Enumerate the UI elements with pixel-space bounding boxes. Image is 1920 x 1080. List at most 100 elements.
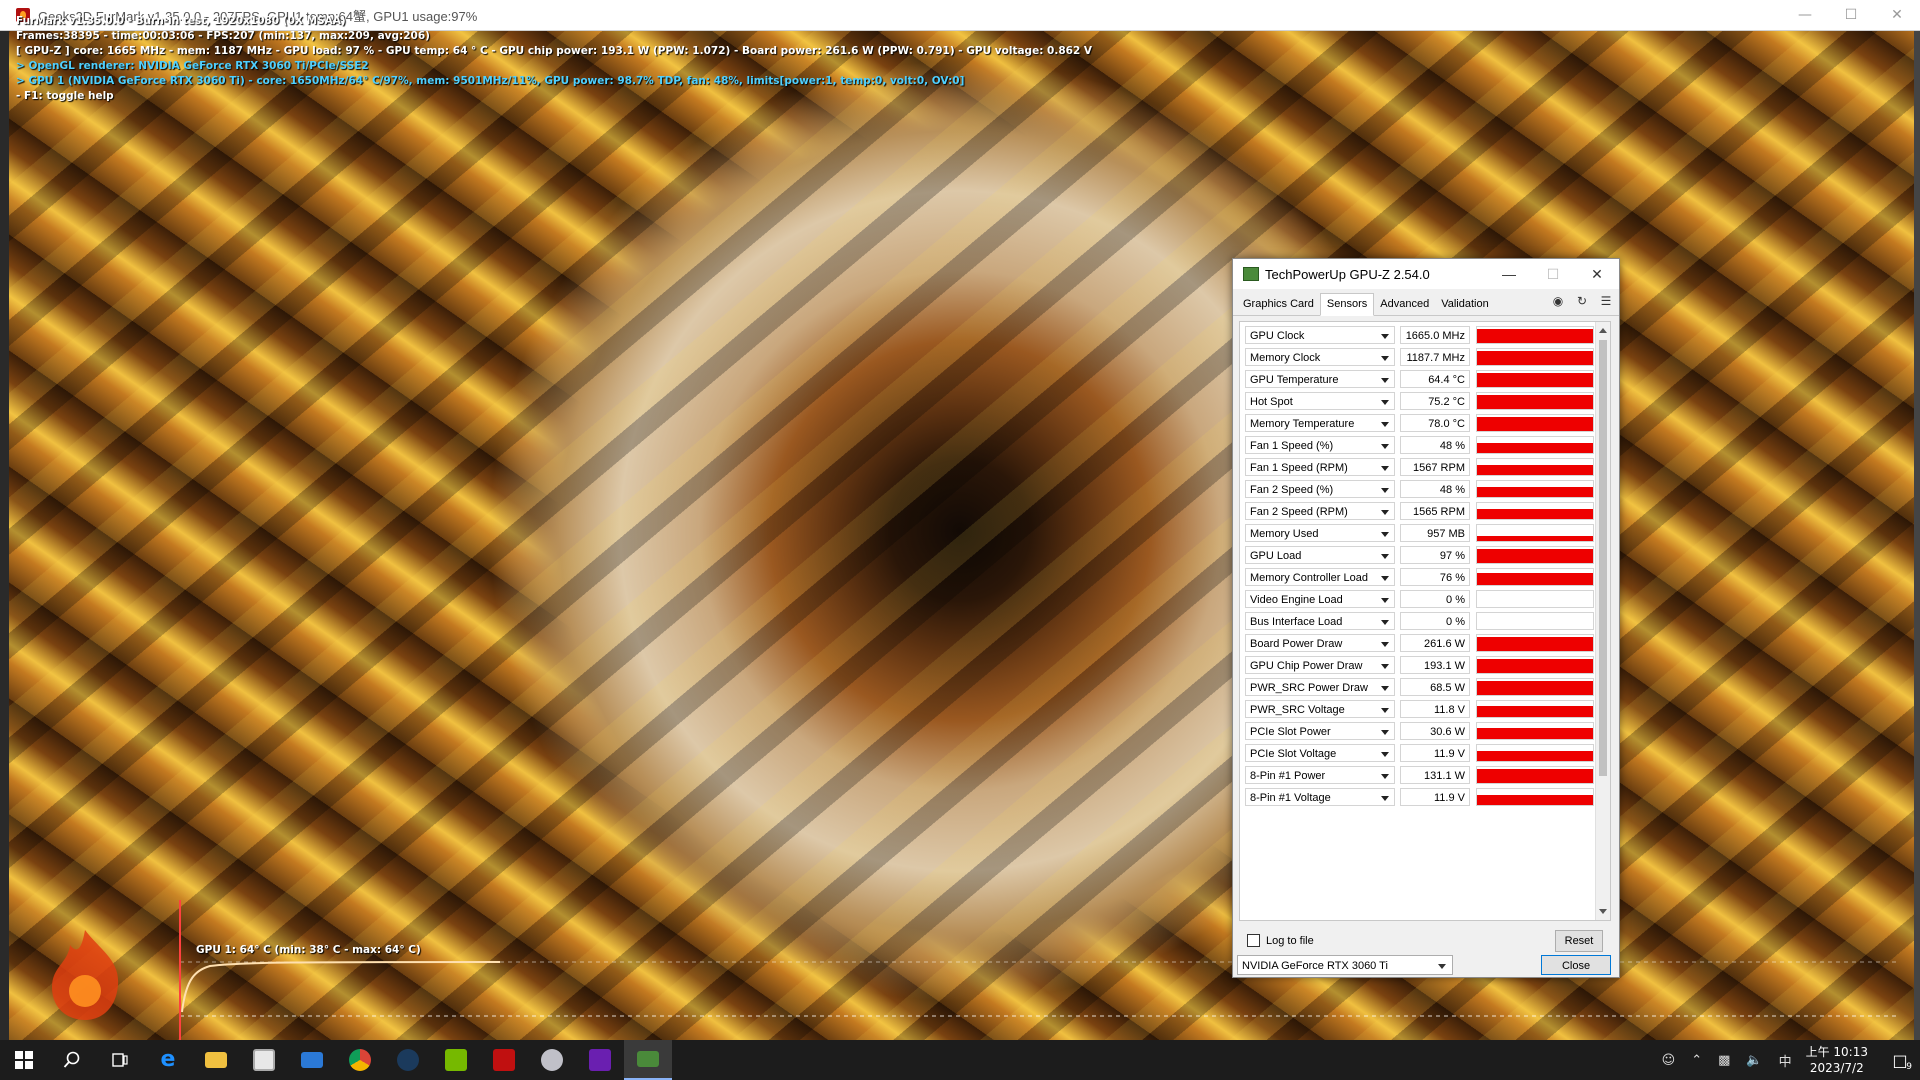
sensor-row: Memory Controller Load 76 %: [1240, 566, 1610, 588]
overlay-line-gpu1: > GPU 1 (NVIDIA GeForce RTX 3060 Ti) - c…: [16, 75, 965, 87]
sensor-name-dropdown[interactable]: GPU Chip Power Draw: [1245, 656, 1395, 674]
steam-taskbar-button[interactable]: [384, 1040, 432, 1080]
chevron-down-icon: [1381, 642, 1389, 647]
maximize-button[interactable]: ☐: [1828, 0, 1874, 30]
sensor-row: Fan 2 Speed (RPM) 1565 RPM: [1240, 500, 1610, 522]
volume-icon[interactable]: 🔈: [1746, 1053, 1762, 1068]
gpuz-minimize-button[interactable]: —: [1487, 259, 1531, 289]
sensor-name: Fan 2 Speed (%): [1250, 484, 1334, 496]
sensor-name-dropdown[interactable]: Fan 1 Speed (%): [1245, 436, 1395, 454]
left-edge-strip: [0, 31, 9, 1040]
gpuz-close-window-button[interactable]: ✕: [1575, 259, 1619, 289]
scrollbar-thumb[interactable]: [1599, 340, 1607, 776]
sensor-graph-bar: [1477, 351, 1593, 365]
sensor-name: GPU Load: [1250, 550, 1302, 562]
nzxt-cam-taskbar-button[interactable]: [576, 1040, 624, 1080]
sensor-name-dropdown[interactable]: Fan 2 Speed (RPM): [1245, 502, 1395, 520]
menu-icon[interactable]: ☰: [1599, 294, 1613, 308]
sensor-name-dropdown[interactable]: PCIe Slot Power: [1245, 722, 1395, 740]
network-icon[interactable]: ▩: [1718, 1053, 1730, 1068]
task-view-button[interactable]: [96, 1040, 144, 1080]
chrome-taskbar-button[interactable]: [336, 1040, 384, 1080]
sensor-name-dropdown[interactable]: Bus Interface Load: [1245, 612, 1395, 630]
sensor-name-dropdown[interactable]: Hot Spot: [1245, 392, 1395, 410]
gpuz-maximize-button[interactable]: ☐: [1531, 259, 1575, 289]
tab-graphics-card[interactable]: Graphics Card: [1237, 294, 1320, 315]
file-explorer-taskbar-button[interactable]: [192, 1040, 240, 1080]
minimize-button[interactable]: —: [1782, 0, 1828, 30]
camera-icon[interactable]: ◉: [1551, 294, 1565, 308]
furmark-taskbar-button[interactable]: [480, 1040, 528, 1080]
sensor-name-dropdown[interactable]: GPU Load: [1245, 546, 1395, 564]
clock[interactable]: 上午 10:13 2023/7/2: [1806, 1044, 1868, 1076]
sensor-value: 11.9 V: [1400, 788, 1470, 806]
nvidia-icon: [445, 1049, 467, 1071]
sensor-name-dropdown[interactable]: Fan 1 Speed (RPM): [1245, 458, 1395, 476]
sensor-row: Memory Clock 1187.7 MHz: [1240, 346, 1610, 368]
edge-taskbar-button[interactable]: e: [144, 1040, 192, 1080]
sensor-name-dropdown[interactable]: Memory Used: [1245, 524, 1395, 542]
sensor-row: PCIe Slot Voltage 11.9 V: [1240, 742, 1610, 764]
action-center-button[interactable]: □ 9: [1880, 1040, 1920, 1080]
search-button[interactable]: [48, 1040, 96, 1080]
sensor-graph: [1476, 348, 1594, 366]
sensor-value: 1565 RPM: [1400, 502, 1470, 520]
tab-advanced[interactable]: Advanced: [1374, 294, 1435, 315]
sensor-name: GPU Clock: [1250, 330, 1305, 342]
sensor-name-dropdown[interactable]: GPU Clock: [1245, 326, 1395, 344]
sensor-scrollbar[interactable]: [1595, 322, 1610, 920]
scroll-down-icon[interactable]: [1599, 909, 1607, 914]
sensor-name-dropdown[interactable]: Fan 2 Speed (%): [1245, 480, 1395, 498]
refresh-icon[interactable]: ↻: [1575, 294, 1589, 308]
sensor-value: 68.5 W: [1400, 678, 1470, 696]
gpuz-window: TechPowerUp GPU-Z 2.54.0 — ☐ ✕ Graphics …: [1232, 258, 1620, 978]
sensor-name-dropdown[interactable]: Memory Clock: [1245, 348, 1395, 366]
chevron-up-icon[interactable]: ⌃: [1691, 1053, 1702, 1068]
checkbox-box[interactable]: [1247, 934, 1260, 947]
sensor-name-dropdown[interactable]: GPU Temperature: [1245, 370, 1395, 388]
sensor-name-dropdown[interactable]: Memory Temperature: [1245, 414, 1395, 432]
sensor-graph-bar: [1477, 706, 1593, 717]
sensor-graph-bar: [1477, 443, 1593, 453]
close-button[interactable]: Close: [1541, 955, 1611, 975]
gpu-shark-taskbar-button[interactable]: [528, 1040, 576, 1080]
sensor-graph: [1476, 590, 1594, 608]
sensor-name-dropdown[interactable]: 8-Pin #1 Power: [1245, 766, 1395, 784]
sensor-name-dropdown[interactable]: PWR_SRC Voltage: [1245, 700, 1395, 718]
sensor-row: Memory Temperature 78.0 °C: [1240, 412, 1610, 434]
sensor-name: GPU Chip Power Draw: [1250, 660, 1363, 672]
sensor-name: Fan 2 Speed (RPM): [1250, 506, 1348, 518]
sensor-name-dropdown[interactable]: Board Power Draw: [1245, 634, 1395, 652]
tab-sensors[interactable]: Sensors: [1319, 293, 1375, 316]
tab-validation[interactable]: Validation: [1435, 294, 1495, 315]
nzxt-cam-icon: [589, 1049, 611, 1071]
sensor-value: 1567 RPM: [1400, 458, 1470, 476]
sensor-name-dropdown[interactable]: PCIe Slot Voltage: [1245, 744, 1395, 762]
chevron-down-icon: [1381, 796, 1389, 801]
sensor-graph: [1476, 788, 1594, 806]
gpu-selector-dropdown[interactable]: NVIDIA GeForce RTX 3060 Ti: [1237, 955, 1453, 975]
clock-date: 2023/7/2: [1809, 1061, 1864, 1075]
sensor-name-dropdown[interactable]: PWR_SRC Power Draw: [1245, 678, 1395, 696]
sensor-graph-bar: [1477, 659, 1593, 673]
chevron-down-icon: [1381, 422, 1389, 427]
store-taskbar-button[interactable]: [240, 1040, 288, 1080]
sensor-value: 193.1 W: [1400, 656, 1470, 674]
sensor-name-dropdown[interactable]: Video Engine Load: [1245, 590, 1395, 608]
sensor-name-dropdown[interactable]: Memory Controller Load: [1245, 568, 1395, 586]
sensor-value: 30.6 W: [1400, 722, 1470, 740]
reset-button[interactable]: Reset: [1555, 930, 1603, 952]
sensor-graph: [1476, 612, 1594, 630]
close-window-button[interactable]: ✕: [1874, 0, 1920, 30]
mail-taskbar-button[interactable]: [288, 1040, 336, 1080]
nvidia-taskbar-button[interactable]: [432, 1040, 480, 1080]
sensor-name-dropdown[interactable]: 8-Pin #1 Voltage: [1245, 788, 1395, 806]
gpuz-taskbar-button[interactable]: [624, 1040, 672, 1080]
start-button[interactable]: [0, 1040, 48, 1080]
sensor-name: Memory Used: [1250, 528, 1319, 540]
scroll-up-icon[interactable]: [1599, 328, 1607, 333]
sensor-value: 48 %: [1400, 436, 1470, 454]
ime-indicator[interactable]: 中: [1779, 1051, 1792, 1070]
people-icon[interactable]: ☺: [1662, 1053, 1676, 1068]
log-to-file-checkbox[interactable]: Log to file: [1247, 934, 1314, 947]
